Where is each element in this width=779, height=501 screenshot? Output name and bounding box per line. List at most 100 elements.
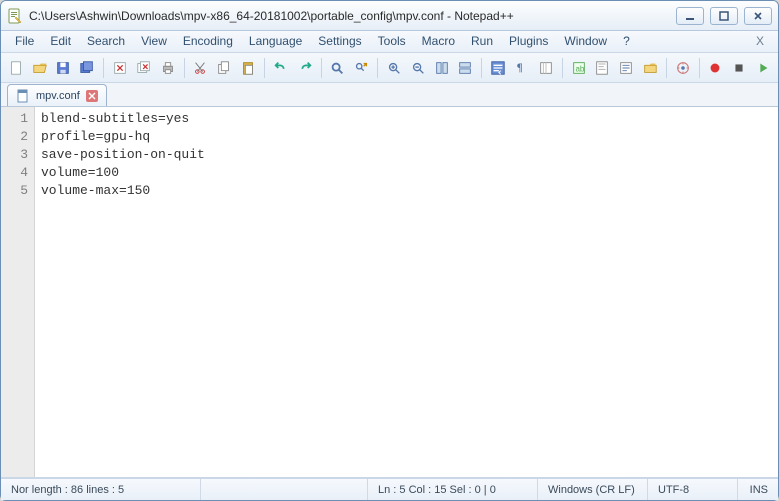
find-button[interactable]	[327, 57, 349, 79]
paste-button[interactable]	[237, 57, 259, 79]
window-controls	[676, 7, 772, 25]
record-macro-icon	[707, 60, 723, 76]
copy-button[interactable]	[213, 57, 235, 79]
menu-window[interactable]: Window	[556, 31, 615, 52]
toolbar-separator	[481, 58, 482, 78]
sync-v-icon	[434, 60, 450, 76]
copy-icon	[216, 60, 232, 76]
cut-button[interactable]	[190, 57, 212, 79]
folder-view-icon	[642, 60, 658, 76]
zoom-in-button[interactable]	[383, 57, 405, 79]
title-bar: C:\Users\Ashwin\Downloads\mpv-x86_64-201…	[1, 1, 778, 31]
open-file-icon	[32, 60, 48, 76]
show-all-chars-button[interactable]: ¶	[511, 57, 533, 79]
toolbar-separator	[699, 58, 700, 78]
tab-close-button[interactable]	[86, 90, 98, 102]
status-encoding[interactable]: UTF-8	[648, 479, 738, 500]
undo-button[interactable]	[270, 57, 292, 79]
menu-plugins[interactable]: Plugins	[501, 31, 556, 52]
func-list-button[interactable]	[615, 57, 637, 79]
menu-run[interactable]: Run	[463, 31, 501, 52]
status-ins-mode[interactable]: INS	[738, 479, 778, 500]
status-cursor-pos: Ln : 5 Col : 15 Sel : 0 | 0	[368, 479, 538, 500]
word-wrap-button[interactable]	[487, 57, 509, 79]
close-file-button[interactable]	[109, 57, 131, 79]
indent-guide-icon	[538, 60, 554, 76]
svg-text:ab: ab	[575, 64, 584, 73]
new-file-button[interactable]	[5, 57, 27, 79]
replace-button[interactable]	[350, 57, 372, 79]
stop-macro-button[interactable]	[728, 57, 750, 79]
zoom-out-button[interactable]	[407, 57, 429, 79]
sync-h-button[interactable]	[454, 57, 476, 79]
code-line[interactable]: save-position-on-quit	[41, 146, 772, 164]
folder-view-button[interactable]	[639, 57, 661, 79]
show-monitor-button[interactable]	[672, 57, 694, 79]
paste-icon	[240, 60, 256, 76]
play-macro-icon	[755, 60, 771, 76]
redo-icon	[297, 60, 313, 76]
doc-map-icon	[594, 60, 610, 76]
code-line[interactable]: volume=100	[41, 164, 772, 182]
user-lang-button[interactable]: ab	[568, 57, 590, 79]
code-editor[interactable]: blend-subtitles=yesprofile=gpu-hqsave-po…	[35, 107, 778, 477]
func-list-icon	[618, 60, 634, 76]
maximize-button[interactable]	[710, 7, 738, 25]
close-window-button[interactable]	[744, 7, 772, 25]
menu-macro[interactable]: Macro	[414, 31, 463, 52]
show-all-chars-icon: ¶	[514, 60, 530, 76]
toolbar-separator	[103, 58, 104, 78]
record-macro-button[interactable]	[705, 57, 727, 79]
minimize-button[interactable]	[676, 7, 704, 25]
code-line[interactable]: profile=gpu-hq	[41, 128, 772, 146]
tab-mpv-conf[interactable]: mpv.conf	[7, 84, 107, 106]
menu-help[interactable]: ?	[615, 31, 638, 52]
toolbar-separator	[377, 58, 378, 78]
menu-search[interactable]: Search	[79, 31, 133, 52]
redo-button[interactable]	[294, 57, 316, 79]
app-window: C:\Users\Ashwin\Downloads\mpv-x86_64-201…	[0, 0, 779, 501]
window-title: C:\Users\Ashwin\Downloads\mpv-x86_64-201…	[29, 9, 676, 23]
show-monitor-icon	[675, 60, 691, 76]
play-macro-button[interactable]	[752, 57, 774, 79]
save-all-button[interactable]	[76, 57, 98, 79]
tab-label: mpv.conf	[36, 90, 80, 102]
zoom-out-icon	[410, 60, 426, 76]
svg-text:¶: ¶	[517, 61, 523, 74]
save-file-icon	[55, 60, 71, 76]
cut-icon	[192, 60, 208, 76]
menu-edit[interactable]: Edit	[42, 31, 79, 52]
menu-close-x[interactable]: X	[748, 31, 772, 52]
word-wrap-icon	[490, 60, 506, 76]
line-number: 5	[3, 182, 28, 200]
line-number: 1	[3, 110, 28, 128]
status-eol[interactable]: Windows (CR LF)	[538, 479, 648, 500]
line-number: 2	[3, 128, 28, 146]
menu-view[interactable]: View	[133, 31, 175, 52]
status-bar: Nor length : 86 lines : 5 Ln : 5 Col : 1…	[1, 478, 778, 500]
user-lang-icon: ab	[571, 60, 587, 76]
indent-guide-button[interactable]	[535, 57, 557, 79]
menu-settings[interactable]: Settings	[310, 31, 369, 52]
code-line[interactable]: blend-subtitles=yes	[41, 110, 772, 128]
sync-h-icon	[457, 60, 473, 76]
open-file-button[interactable]	[29, 57, 51, 79]
menu-language[interactable]: Language	[241, 31, 310, 52]
find-icon	[329, 60, 345, 76]
save-file-button[interactable]	[53, 57, 75, 79]
toolbar-separator	[264, 58, 265, 78]
menu-tools[interactable]: Tools	[370, 31, 414, 52]
menu-file[interactable]: File	[7, 31, 42, 52]
sync-v-button[interactable]	[431, 57, 453, 79]
close-all-icon	[136, 60, 152, 76]
doc-map-button[interactable]	[591, 57, 613, 79]
zoom-in-icon	[386, 60, 402, 76]
line-number-gutter: 12345	[1, 107, 35, 477]
code-line[interactable]: volume-max=150	[41, 182, 772, 200]
close-all-button[interactable]	[133, 57, 155, 79]
line-number: 3	[3, 146, 28, 164]
app-icon	[7, 8, 23, 24]
file-icon	[16, 89, 30, 103]
print-button[interactable]	[157, 57, 179, 79]
menu-encoding[interactable]: Encoding	[175, 31, 241, 52]
